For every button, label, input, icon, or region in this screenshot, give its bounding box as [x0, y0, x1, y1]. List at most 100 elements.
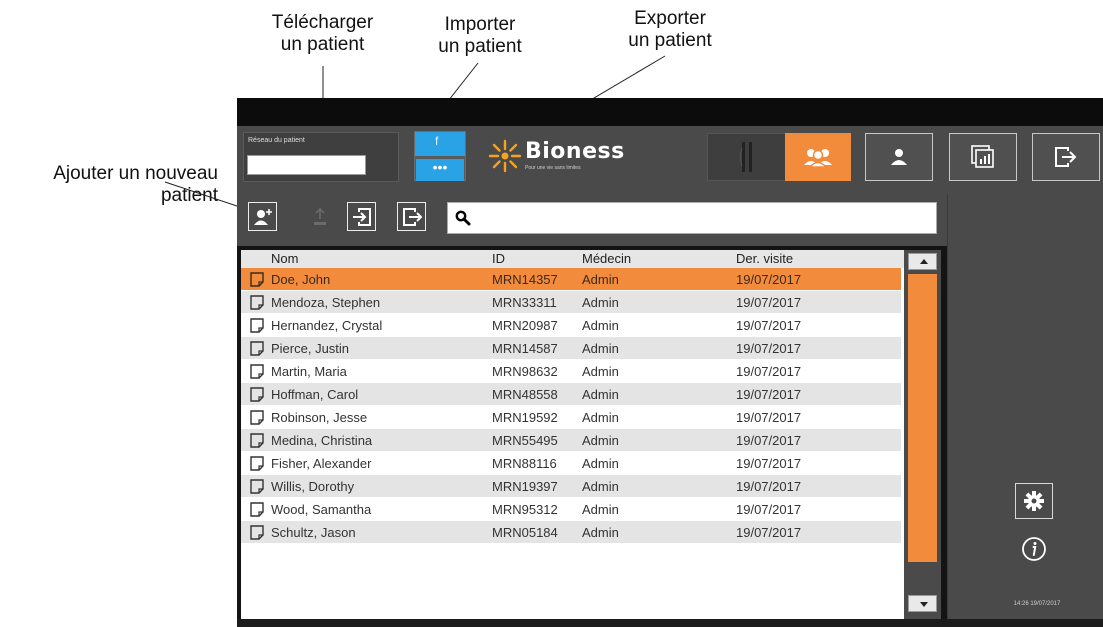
table-row[interactable]: Wood, Samantha MRN95312 Admin 19/07/2017: [241, 498, 901, 521]
network-connect-button[interactable]: f •••: [414, 131, 466, 181]
patient-network-field[interactable]: [247, 155, 366, 175]
cell-name: Willis, Dorothy: [271, 479, 355, 494]
table-row[interactable]: Mendoza, Stephen MRN33311 Admin 19/07/2017: [241, 291, 901, 314]
cell-last-visit: 19/07/2017: [736, 525, 802, 540]
cell-id: MRN98632: [492, 364, 558, 379]
patient-file-icon: [250, 295, 264, 310]
patient-file-icon: [250, 410, 264, 425]
cell-name: Robinson, Jesse: [271, 410, 368, 425]
patients-group-icon: [804, 149, 832, 168]
network-status-indicator: f: [415, 132, 465, 156]
logout-button[interactable]: [1032, 133, 1100, 181]
cell-id: MRN88116: [492, 456, 557, 471]
table-row[interactable]: Martin, Maria MRN98632 Admin 19/07/2017: [241, 360, 901, 383]
app-window: Réseau du patient f ••• Bioness Pour une…: [237, 98, 1103, 627]
patient-file-icon: [250, 433, 264, 448]
callout-download-patient: Télécharger un patient: [250, 12, 395, 56]
patient-file-icon: [250, 318, 264, 333]
callout-line: un patient: [628, 30, 712, 51]
download-patient-button[interactable]: [305, 202, 334, 231]
user-button[interactable]: [865, 133, 933, 181]
devices-button[interactable]: [707, 133, 787, 181]
table-row[interactable]: Hernandez, Crystal MRN20987 Admin 19/07/201…: [241, 314, 901, 337]
scroll-down-button[interactable]: [908, 595, 937, 612]
patient-file-icon: [250, 502, 264, 517]
cell-last-visit: 19/07/2017: [736, 364, 802, 379]
cell-doctor: Admin: [582, 364, 619, 379]
scroll-up-button[interactable]: [908, 253, 937, 270]
cell-doctor: Admin: [582, 272, 619, 287]
cell-last-visit: 19/07/2017: [736, 433, 802, 448]
bioness-logo: Bioness Pour une vie sans limites: [485, 132, 655, 182]
patient-file-icon: [250, 341, 264, 356]
cell-id: MRN05184: [492, 525, 558, 540]
patient-file-icon: [250, 272, 264, 287]
network-more-button[interactable]: •••: [416, 159, 464, 181]
cell-name: Fisher, Alexander: [271, 456, 372, 471]
column-header-id[interactable]: ID: [492, 251, 505, 266]
table-row[interactable]: Doe, John MRN14357 Admin 19/07/2017: [241, 268, 901, 291]
table-scrollbar[interactable]: [904, 250, 941, 619]
patient-file-icon: [250, 364, 264, 379]
cell-name: Hernandez, Crystal: [271, 318, 383, 333]
table-row[interactable]: Fisher, Alexander MRN88116 Admin 19/07/2017: [241, 452, 901, 475]
table-header: Nom ID Médecin Der. visite: [241, 250, 941, 268]
info-icon[interactable]: [1021, 536, 1047, 562]
callout-add-patient: Ajouter un nouveau patient: [0, 163, 218, 207]
callout-line: un patient: [438, 36, 522, 57]
cell-id: MRN14357: [492, 272, 558, 287]
callout-line: Exporter: [634, 8, 706, 29]
user-icon: [891, 149, 907, 165]
chevron-down-icon: [920, 602, 928, 607]
table-row[interactable]: Schultz, Jason MRN05184 Admin 19/07/2017: [241, 521, 901, 544]
column-header-doctor[interactable]: Médecin: [582, 251, 631, 266]
export-patient-button[interactable]: [397, 202, 426, 231]
table-row[interactable]: Robinson, Jesse MRN19592 Admin 19/07/2017: [241, 406, 901, 429]
patient-file-icon: [250, 456, 264, 471]
table-row[interactable]: Medina, Christina MRN55495 Admin 19/07/2017: [241, 429, 901, 452]
import-patient-icon: [352, 207, 371, 226]
cell-doctor: Admin: [582, 341, 619, 356]
cell-name: Medina, Christina: [271, 433, 373, 448]
callout-import-patient: Importer un patient: [420, 14, 540, 58]
settings-button[interactable]: [1015, 483, 1053, 519]
cell-last-visit: 19/07/2017: [736, 479, 802, 494]
chevron-up-icon: [920, 259, 928, 264]
patient-network-box: Réseau du patient: [243, 132, 399, 182]
column-header-last-visit[interactable]: Der. visite: [736, 251, 793, 266]
table-row[interactable]: Hoffman, Carol MRN48558 Admin 19/07/2017: [241, 383, 901, 406]
cell-last-visit: 19/07/2017: [736, 318, 802, 333]
table-row[interactable]: Willis, Dorothy MRN19397 Admin 19/07/2017: [241, 475, 901, 498]
callout-export-patient: Exporter un patient: [605, 8, 735, 52]
logo-tagline: Pour une vie sans limites: [525, 165, 581, 171]
title-bar: [237, 98, 1103, 126]
column-header-name[interactable]: Nom: [271, 251, 298, 266]
bottom-strip: [237, 619, 1103, 627]
reports-button[interactable]: [949, 133, 1017, 181]
patients-button[interactable]: [785, 133, 851, 181]
cell-doctor: Admin: [582, 295, 619, 310]
logo-star-icon: [488, 139, 522, 173]
cell-last-visit: 19/07/2017: [736, 502, 802, 517]
table-row[interactable]: Pierce, Justin MRN14587 Admin 19/07/2017: [241, 337, 901, 360]
scroll-thumb[interactable]: [908, 274, 937, 562]
status-datetime: 14:26 19/07/2017: [1013, 601, 1061, 607]
cell-name: Wood, Samantha: [271, 502, 372, 517]
cell-last-visit: 19/07/2017: [736, 410, 802, 425]
cell-name: Mendoza, Stephen: [271, 295, 381, 310]
add-patient-button[interactable]: [248, 202, 277, 231]
export-patient-icon: [402, 207, 422, 226]
table-body: Doe, John MRN14357 Admin 19/07/2017 Mendoza,…: [241, 268, 901, 619]
import-patient-button[interactable]: [347, 202, 376, 231]
cell-name: Hoffman, Carol: [271, 387, 359, 402]
callout-line: Importer: [444, 14, 516, 35]
download-patient-icon: [313, 207, 326, 225]
gear-icon: [1024, 491, 1044, 511]
search-input[interactable]: [447, 202, 937, 234]
cell-doctor: Admin: [582, 410, 619, 425]
cell-doctor: Admin: [582, 387, 619, 402]
cell-id: MRN19397: [492, 479, 558, 494]
cell-name: Doe, John: [271, 272, 331, 287]
logout-icon: [1055, 147, 1077, 167]
cell-doctor: Admin: [582, 318, 619, 333]
